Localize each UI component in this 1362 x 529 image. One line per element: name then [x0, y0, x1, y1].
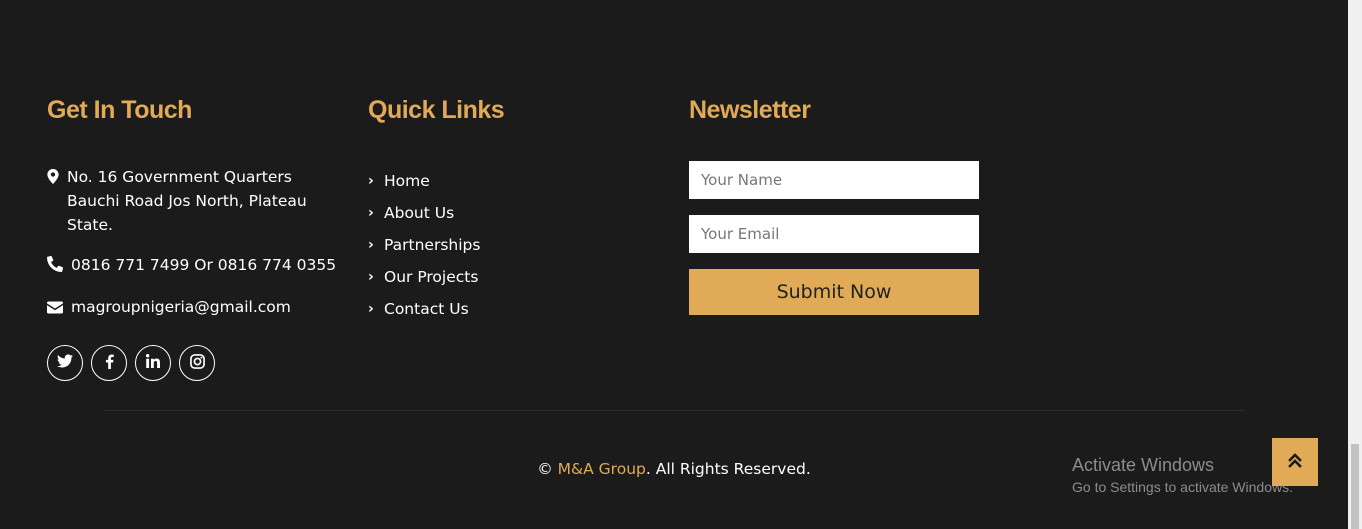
copyright-symbol: ©: [537, 460, 553, 478]
quick-link-home[interactable]: › Home: [368, 165, 504, 197]
page-scrollbar[interactable]: [1348, 0, 1362, 529]
address-text: No. 16 Government Quarters Bauchi Road J…: [67, 168, 307, 234]
chevron-right-icon: ›: [368, 301, 374, 317]
get-in-touch-heading: Get In Touch: [47, 96, 192, 124]
twitter-link[interactable]: [47, 345, 83, 381]
email-row: magroupnigeria@gmail.com: [47, 295, 337, 321]
social-links: [47, 345, 337, 381]
twitter-icon: [57, 354, 73, 372]
name-input[interactable]: [689, 161, 979, 199]
quick-link-label: Our Projects: [384, 268, 479, 286]
chevron-right-icon: ›: [368, 269, 374, 285]
email-text[interactable]: magroupnigeria@gmail.com: [71, 295, 291, 319]
envelope-icon: [47, 295, 71, 321]
newsletter-section: Newsletter Submit Now: [689, 96, 979, 315]
phone-text: 0816 771 7499 Or 0816 774 0355: [71, 256, 337, 274]
activate-windows-watermark: Activate Windows Go to Settings to activ…: [1072, 455, 1293, 495]
scrollbar-thumb[interactable]: [1351, 444, 1359, 529]
activate-windows-subtitle: Go to Settings to activate Windows.: [1072, 479, 1293, 495]
quick-link-partnerships[interactable]: › Partnerships: [368, 229, 504, 261]
quick-link-our-projects[interactable]: › Our Projects: [368, 261, 504, 293]
double-chevron-up-icon: [1288, 452, 1302, 472]
chevron-right-icon: ›: [368, 205, 374, 221]
quick-links-heading: Quick Links: [368, 96, 505, 124]
map-marker-icon: [47, 165, 67, 191]
get-in-touch-section: Get In Touch No. 16 Government Quarters …: [47, 96, 337, 381]
activate-windows-title: Activate Windows: [1072, 455, 1215, 475]
footer-divider: [104, 410, 1244, 411]
chevron-right-icon: ›: [368, 173, 374, 189]
brand-link[interactable]: M&A Group: [558, 460, 646, 478]
quick-link-label: Home: [384, 172, 430, 190]
linkedin-link[interactable]: [135, 345, 171, 381]
quick-links-list: › Home › About Us › Partnerships › Our Proje…: [368, 165, 504, 325]
address-row: No. 16 Government Quarters Bauchi Road J…: [47, 165, 317, 237]
linkedin-icon: [145, 354, 160, 372]
instagram-link[interactable]: [179, 345, 215, 381]
instagram-icon: [189, 353, 205, 373]
quick-link-label: Partnerships: [384, 236, 481, 254]
rights-text: . All Rights Reserved.: [645, 460, 811, 478]
phone-row: 0816 771 7499 Or 0816 774 0355: [47, 253, 337, 279]
back-to-top-button[interactable]: [1272, 438, 1318, 486]
submit-button[interactable]: Submit Now: [689, 269, 979, 315]
quick-links-section: Quick Links › Home › About Us › Partnership…: [368, 96, 505, 325]
facebook-icon: [105, 354, 114, 373]
email-input[interactable]: [689, 215, 979, 253]
chevron-right-icon: ›: [368, 237, 374, 253]
quick-link-label: About Us: [384, 204, 455, 222]
facebook-link[interactable]: [91, 345, 127, 381]
quick-link-contact-us[interactable]: › Contact Us: [368, 293, 504, 325]
quick-link-about-us[interactable]: › About Us: [368, 197, 504, 229]
newsletter-heading: Newsletter: [689, 96, 811, 124]
quick-link-label: Contact Us: [384, 300, 469, 318]
phone-icon: [47, 253, 71, 279]
